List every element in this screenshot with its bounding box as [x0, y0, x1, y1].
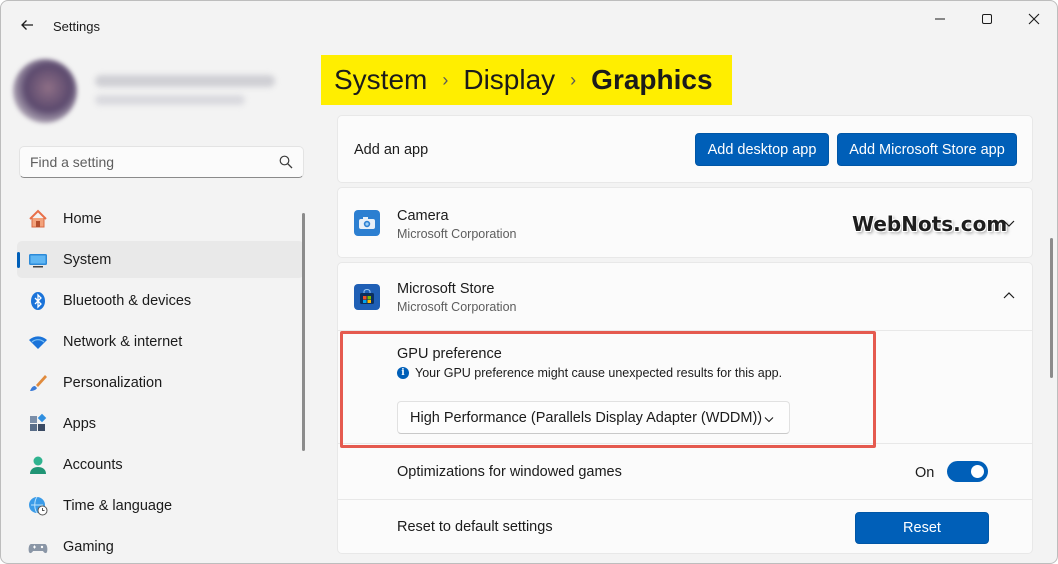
- sidebar-item-label: Apps: [63, 416, 97, 432]
- bluetooth-icon: [27, 290, 49, 312]
- toggle-state-label: On: [915, 465, 935, 481]
- chevron-down-icon: [764, 417, 774, 423]
- breadcrumb-system[interactable]: System: [334, 64, 427, 96]
- maximize-icon: [982, 14, 992, 24]
- add-app-label: Add an app: [354, 142, 429, 158]
- optimizations-label: Optimizations for windowed games: [397, 464, 622, 480]
- sidebar-nav: Home System Bluetooth & devices Network …: [17, 200, 304, 563]
- window-title: Settings: [53, 19, 100, 34]
- optimizations-row: Optimizations for windowed games On: [338, 444, 1032, 500]
- add-app-card: Add an app Add desktop app Add Microsoft…: [337, 115, 1033, 183]
- gaming-icon: [27, 536, 49, 558]
- apps-icon: [27, 413, 49, 435]
- optimizations-toggle[interactable]: [947, 461, 988, 482]
- chevron-right-icon: ›: [570, 69, 577, 90]
- chevron-right-icon: ›: [442, 69, 449, 90]
- profile-name-blurred: [95, 75, 275, 87]
- reset-button[interactable]: Reset: [855, 512, 989, 544]
- back-button[interactable]: [15, 13, 39, 37]
- toggle-knob: [971, 465, 984, 478]
- app-card-microsoft-store: Microsoft Store Microsoft Corporation GP…: [337, 262, 1033, 554]
- add-store-app-button[interactable]: Add Microsoft Store app: [837, 133, 1017, 166]
- app-publisher: Microsoft Corporation: [397, 227, 517, 241]
- sidebar-item-label: Bluetooth & devices: [63, 293, 192, 309]
- sidebar-item-system[interactable]: System: [17, 241, 304, 278]
- sidebar-item-label: Network & internet: [63, 334, 183, 350]
- page-title: Graphics: [591, 64, 713, 95]
- search-input[interactable]: [20, 147, 303, 177]
- gpu-preference-section: GPU preference i Your GPU preference mig…: [338, 331, 1032, 444]
- sidebar-item-label: Accounts: [63, 457, 123, 473]
- camera-icon: [354, 210, 380, 236]
- sidebar-item-label: Home: [63, 211, 102, 227]
- title-bar: Settings: [1, 1, 1057, 49]
- gpu-warning-text: Your GPU preference might cause unexpect…: [415, 366, 783, 380]
- wifi-icon: [27, 331, 49, 353]
- system-icon: [27, 249, 49, 271]
- reset-label: Reset to default settings: [397, 519, 553, 535]
- breadcrumb-display[interactable]: Display: [463, 64, 555, 96]
- microsoft-store-icon: [354, 284, 380, 310]
- gpu-warning: i Your GPU preference might cause unexpe…: [397, 366, 782, 380]
- minimize-icon: [935, 18, 945, 20]
- user-profile[interactable]: [13, 59, 303, 129]
- sidebar-item-label: Gaming: [63, 539, 114, 555]
- app-name: Microsoft Store: [397, 281, 495, 297]
- watermark-text: WebNots.com: [852, 212, 1008, 236]
- app-card-header[interactable]: Microsoft Store Microsoft Corporation: [338, 263, 1032, 331]
- gpu-preference-value: High Performance (Parallels Display Adap…: [410, 409, 763, 426]
- app-publisher: Microsoft Corporation: [397, 300, 517, 314]
- time-language-icon: [27, 495, 49, 517]
- breadcrumb: System › Display › Graphics: [321, 55, 732, 105]
- close-button[interactable]: [1011, 7, 1057, 31]
- back-arrow-icon: [21, 20, 33, 30]
- info-icon: i: [397, 367, 409, 379]
- sidebar-item-bluetooth[interactable]: Bluetooth & devices: [17, 282, 304, 319]
- search-icon[interactable]: [279, 155, 293, 169]
- avatar: [13, 59, 77, 123]
- sidebar-item-gaming[interactable]: Gaming: [17, 528, 304, 563]
- sidebar-item-time-language[interactable]: Time & language: [17, 487, 304, 524]
- gpu-preference-title: GPU preference: [397, 346, 502, 362]
- home-icon: [27, 208, 49, 230]
- chevron-down-icon[interactable]: [1001, 215, 1017, 231]
- active-indicator: [17, 252, 20, 268]
- sidebar-scrollbar[interactable]: [302, 213, 305, 451]
- sidebar-item-network[interactable]: Network & internet: [17, 323, 304, 360]
- accounts-icon: [27, 454, 49, 476]
- sidebar-item-label: System: [63, 252, 112, 268]
- profile-email-blurred: [95, 95, 245, 105]
- gpu-preference-dropdown[interactable]: High Performance (Parallels Display Adap…: [397, 401, 790, 434]
- main-scrollbar[interactable]: [1050, 238, 1053, 378]
- maximize-button[interactable]: [964, 7, 1010, 31]
- app-name: Camera: [397, 208, 449, 224]
- search-box: [19, 146, 304, 178]
- app-card-camera[interactable]: Camera Microsoft Corporation WebNots.com: [337, 187, 1033, 258]
- sidebar-item-home[interactable]: Home: [17, 200, 304, 237]
- brush-icon: [27, 372, 49, 394]
- settings-window: Settings Home: [0, 0, 1058, 564]
- sidebar-item-label: Personalization: [63, 375, 163, 391]
- sidebar-item-apps[interactable]: Apps: [17, 405, 304, 442]
- chevron-up-icon[interactable]: [1001, 288, 1017, 304]
- add-desktop-app-button[interactable]: Add desktop app: [695, 133, 829, 166]
- sidebar-item-personalization[interactable]: Personalization: [17, 364, 304, 401]
- reset-row: Reset to default settings Reset: [338, 500, 1032, 555]
- sidebar-item-accounts[interactable]: Accounts: [17, 446, 304, 483]
- close-icon: [1028, 13, 1040, 25]
- minimize-button[interactable]: [917, 7, 963, 31]
- sidebar-item-label: Time & language: [63, 498, 173, 514]
